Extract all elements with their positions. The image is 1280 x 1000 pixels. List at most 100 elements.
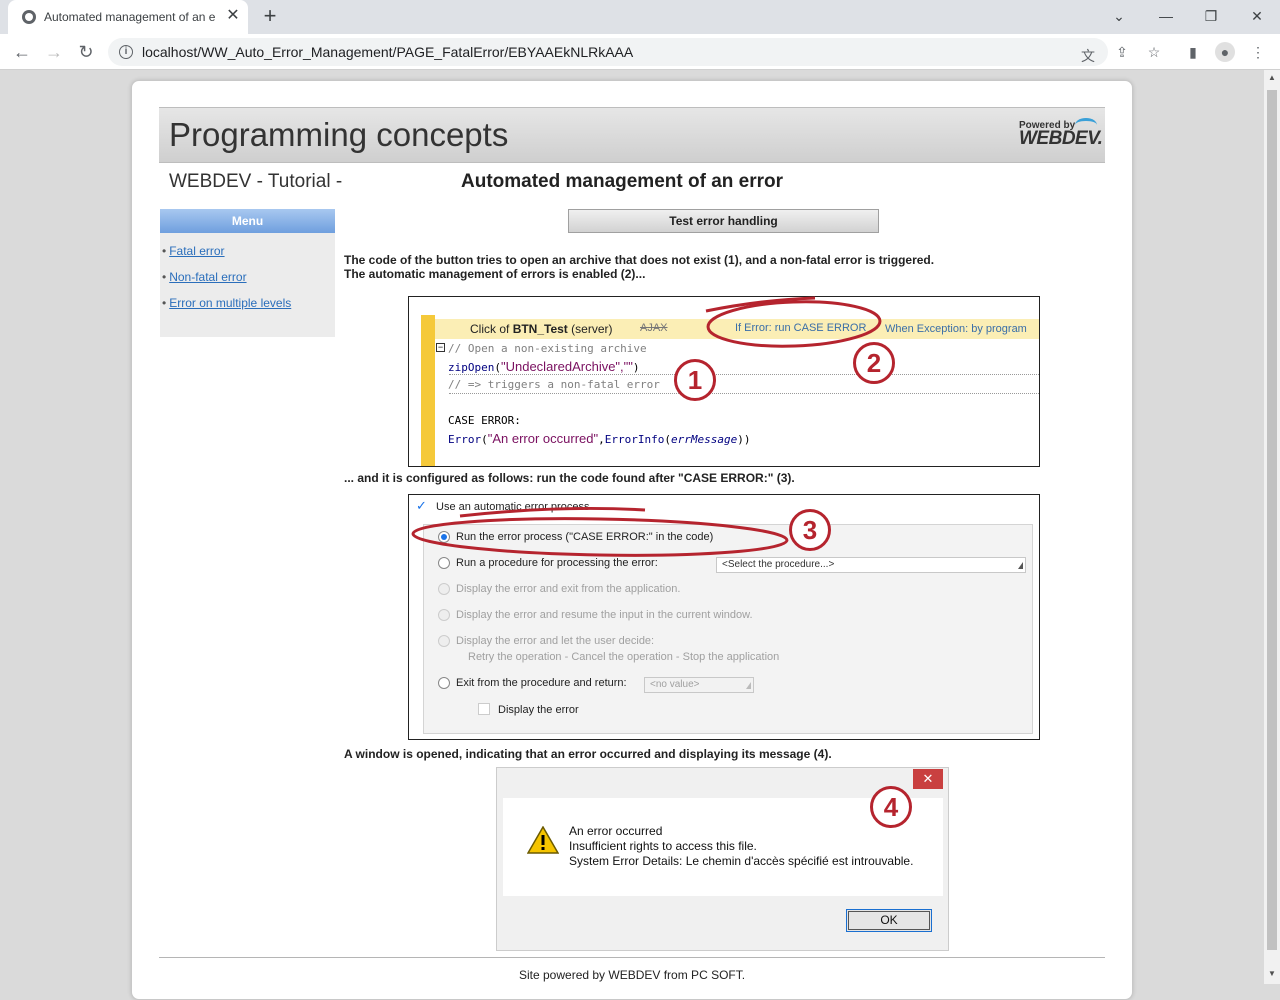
profile-icon[interactable]: ● xyxy=(1215,42,1235,62)
forward-button[interactable]: → xyxy=(42,40,66,64)
code-paren: ( xyxy=(664,433,671,446)
code-comment-2: // => triggers a non-fatal error xyxy=(448,378,660,391)
event-control-name: BTN_Test xyxy=(512,322,568,336)
code-comment-1: // Open a non-existing archive xyxy=(448,342,647,355)
code-fn: zipOpen xyxy=(448,361,495,374)
tab-search-icon[interactable]: ⌄ xyxy=(1105,4,1133,28)
vertical-scrollbar[interactable]: ▲ ▼ xyxy=(1264,70,1280,984)
settings-options-panel: Run the error process ("CASE ERROR:" in … xyxy=(423,524,1033,734)
collapse-icon: − xyxy=(436,342,445,352)
event-title: Click of BTN_Test (server) xyxy=(470,322,612,336)
menu-icon[interactable]: ⋮ xyxy=(1248,42,1268,62)
menu-link[interactable]: Fatal error xyxy=(169,244,224,258)
translate-icon[interactable]: 文 xyxy=(1078,46,1098,66)
config-paragraph: ... and it is configured as follows: run… xyxy=(344,471,795,485)
display-resume-radio xyxy=(438,609,450,621)
address-bar[interactable]: i localhost/WW_Auto_Error_Management/PAG… xyxy=(108,38,1108,66)
if-error-link: If Error: run CASE ERROR xyxy=(735,322,867,334)
code-paren: )) xyxy=(737,433,751,446)
callout-3: 3 xyxy=(789,509,831,551)
dropdown-arrow-icon xyxy=(1018,562,1023,569)
dialog-line-2: Insufficient rights to access this file. xyxy=(569,839,757,853)
footer-divider xyxy=(159,957,1105,958)
new-tab-button[interactable]: + xyxy=(258,5,282,29)
site-info-icon[interactable]: i xyxy=(119,45,133,59)
menu-item-error-multiple-levels[interactable]: • Error on multiple levels xyxy=(162,296,291,310)
site-title: Programming concepts xyxy=(169,116,509,153)
event-suffix: (server) xyxy=(567,322,613,336)
dialog-line-3: System Error Details: Le chemin d'accès … xyxy=(569,854,914,868)
return-value-combo: <no value> xyxy=(644,677,754,693)
back-button[interactable]: ← xyxy=(10,40,34,64)
code-string: "UndeclaredArchive","" xyxy=(500,359,633,374)
code-separator xyxy=(449,374,1039,375)
share-icon[interactable]: ⇪ xyxy=(1112,42,1132,62)
test-error-handling-button[interactable]: Test error handling xyxy=(568,209,879,233)
code-separator xyxy=(449,393,1039,394)
tab-title: Automated management of an e xyxy=(44,10,216,24)
intro-line-2: The automatic management of errors is en… xyxy=(344,267,646,281)
settings-screenshot: ✓ Use an automatic error process Run the… xyxy=(408,494,1040,740)
menu-item-non-fatal-error[interactable]: • Non-fatal error xyxy=(162,270,247,284)
page-subtitle: WEBDEV - Tutorial - xyxy=(169,171,343,192)
code-paren: ( xyxy=(494,361,501,374)
intro-paragraph: The code of the button tries to open an … xyxy=(344,253,934,281)
code-fn: Error xyxy=(448,433,482,446)
code-gutter xyxy=(421,315,435,466)
restore-button[interactable]: ❐ xyxy=(1197,4,1225,28)
display-error-label: Display the error xyxy=(498,704,579,716)
window-close-button[interactable]: ✕ xyxy=(1243,4,1271,28)
exit-return-radio xyxy=(438,677,450,689)
minimize-button[interactable]: — xyxy=(1152,4,1180,28)
combo-value: <no value> xyxy=(650,679,700,690)
scroll-down-icon[interactable]: ▼ xyxy=(1264,966,1280,982)
code-case-error: CASE ERROR: xyxy=(448,414,521,427)
code-constant: errMessage xyxy=(671,433,738,446)
code-paren: ( xyxy=(481,433,488,446)
menu-bullet: • xyxy=(162,270,167,284)
reload-button[interactable]: ↻ xyxy=(74,40,98,64)
display-exit-label: Display the error and exit from the appl… xyxy=(456,583,681,595)
scroll-up-icon[interactable]: ▲ xyxy=(1264,70,1280,86)
run-process-label: Run the error process ("CASE ERROR:" in … xyxy=(456,531,714,543)
code-comma: , xyxy=(598,433,605,446)
combo-value: <Select the procedure...> xyxy=(722,559,835,570)
code-string: "An error occurred" xyxy=(487,431,599,446)
scrollbar-thumb[interactable] xyxy=(1267,90,1277,950)
menu-link[interactable]: Error on multiple levels xyxy=(169,296,291,310)
callout-1: 1 xyxy=(674,359,716,401)
display-exit-radio xyxy=(438,583,450,595)
event-prefix: Click of xyxy=(470,322,513,336)
use-auto-label: Use an automatic error process xyxy=(436,501,590,513)
decide-options-label: Retry the operation - Cancel the operati… xyxy=(468,651,780,663)
dialog-message: An error occurred Insufficient rights to… xyxy=(569,824,913,869)
side-menu: Menu • Fatal error • Non-fatal error • Erro… xyxy=(160,209,335,337)
menu-item-fatal-error[interactable]: • Fatal error xyxy=(162,244,225,258)
select-procedure-combo: <Select the procedure...> xyxy=(716,557,1026,573)
url-text[interactable]: localhost/WW_Auto_Error_Management/PAGE_… xyxy=(142,44,633,60)
callout-4: 4 xyxy=(870,786,912,828)
sidebar-icon[interactable]: ▮ xyxy=(1183,42,1203,62)
warning-icon xyxy=(527,826,559,854)
dialog-close-icon: ✕ xyxy=(913,769,943,789)
menu-bullet: • xyxy=(162,296,167,310)
tab-close-icon[interactable]: ✕ xyxy=(224,7,242,25)
browser-toolbar: ← → ↻ i localhost/WW_Auto_Error_Manageme… xyxy=(0,34,1280,70)
logo-webdev: WEBDEV. xyxy=(1019,128,1103,149)
footer-text: Site powered by WEBDEV from PC SOFT. xyxy=(519,968,746,982)
checkmark-icon: ✓ xyxy=(416,498,427,513)
code-error-line: Error("An error occurred",ErrorInfo(errM… xyxy=(448,431,750,446)
browser-tab[interactable]: Automated management of an e ✕ xyxy=(8,0,248,34)
menu-title: Menu xyxy=(160,209,335,233)
tab-strip: Automated management of an e ✕ + ⌄ — ❐ ✕ xyxy=(0,0,1280,34)
callout-2: 2 xyxy=(853,342,895,384)
menu-link[interactable]: Non-fatal error xyxy=(169,270,246,284)
code-paren: ) xyxy=(632,361,640,374)
intro-line-1: The code of the button tries to open an … xyxy=(344,253,935,267)
run-process-radio xyxy=(438,531,450,543)
dialog-ok-button: OK xyxy=(846,909,932,932)
star-icon[interactable]: ☆ xyxy=(1144,42,1164,62)
when-exception-link: When Exception: by program xyxy=(885,323,1027,335)
run-procedure-label: Run a procedure for processing the error… xyxy=(456,557,658,569)
run-procedure-radio xyxy=(438,557,450,569)
